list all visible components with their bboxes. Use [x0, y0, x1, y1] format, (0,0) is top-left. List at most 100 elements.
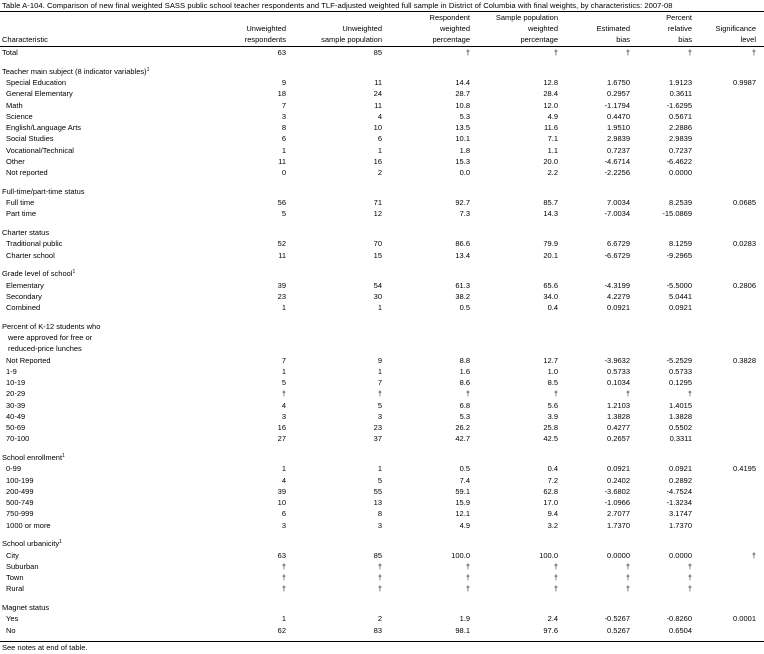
- section-label: were approved for free or: [8, 332, 92, 343]
- cell-sample-pct: 12.0: [543, 100, 558, 110]
- cell-unweighted-respondents: 7: [281, 100, 286, 110]
- cell-sample-pct: 14.3: [543, 209, 558, 219]
- cell-unweighted-respondents: 5: [281, 209, 286, 219]
- table-row: Yes 1 2 1.9 2.4 -0.5267 -0.8260 0.0001: [0, 613, 764, 624]
- cell-respondent-pct: †: [465, 573, 470, 582]
- cell-estimated-bias: 0.0000: [607, 550, 630, 560]
- row-spacer: [0, 531, 764, 539]
- label-text: School enrollment: [2, 453, 63, 462]
- cell-estimated-bias: †: [625, 389, 630, 399]
- cell-unweighted-respondents: 6: [281, 509, 286, 519]
- cell-significance-level: 0.2806: [733, 280, 756, 290]
- cell-sample-pct: †: [553, 48, 558, 57]
- section-heading-row: Percent of K-12 students who: [0, 321, 764, 332]
- cell-estimated-bias: 0.1034: [607, 378, 630, 387]
- label-text: Not Reported: [6, 355, 51, 365]
- cell-sample-pct: 25.8: [543, 423, 558, 432]
- cell-unweighted-respondents: 9: [281, 78, 286, 87]
- cell-percent-relative-bias: †: [687, 584, 692, 594]
- cell-respondent-pct: 59.1: [455, 486, 470, 496]
- row-label: 40-49: [6, 411, 25, 422]
- section-label: Percent of K-12 students who: [2, 321, 100, 332]
- table-row: Combined 1 1 0.5 0.4 0.0921 0.0921: [0, 302, 764, 313]
- cell-respondent-pct: 61.3: [455, 280, 470, 290]
- cell-sample-pct: 4.9: [547, 111, 558, 121]
- header-respondent-pct: Respondent weighted percentage: [430, 12, 470, 45]
- cell-respondent-pct: 8.8: [459, 355, 470, 365]
- cell-sample-pct: 7.1: [547, 134, 558, 144]
- cell-sample-pct: 1.0: [547, 366, 558, 376]
- cell-sample-pct: 7.2: [547, 475, 558, 485]
- section-label: Grade level of school1: [2, 268, 75, 279]
- cell-respondent-pct: 1.9: [459, 614, 470, 624]
- cell-respondent-pct: †: [465, 389, 470, 399]
- cell-unweighted-sample: 37: [373, 434, 382, 444]
- row-spacer: [0, 58, 764, 66]
- cell-unweighted-sample: 24: [373, 89, 382, 99]
- cell-respondent-pct: 38.2: [455, 291, 470, 301]
- table-row: Science 3 4 5.3 4.9 0.4470 0.5671: [0, 111, 764, 122]
- section-heading-row: School urbanicity1: [0, 538, 764, 549]
- table-row: Not Reported 7 9 8.8 12.7 -3.9632 -5.2529 0.382…: [0, 355, 764, 366]
- cell-percent-relative-bias: 1.4015: [669, 400, 692, 410]
- cell-unweighted-sample: 55: [373, 486, 382, 496]
- cell-unweighted-sample: 12: [373, 209, 382, 219]
- cell-sample-pct: 100.0: [539, 550, 558, 560]
- cell-unweighted-respondents: 23: [277, 291, 286, 301]
- footnote-marker: 1: [146, 66, 150, 73]
- header-line: sample population: [321, 35, 382, 44]
- cell-percent-relative-bias: 8.1259: [669, 239, 692, 249]
- cell-unweighted-sample: 30: [373, 291, 382, 301]
- cell-unweighted-respondents: 3: [281, 111, 286, 121]
- table-row: 10-19 5 7 8.6 8.5 0.1034 0.1295: [0, 377, 764, 388]
- cell-sample-pct: 20.1: [543, 250, 558, 260]
- cell-respondent-pct: 1.6: [459, 366, 470, 376]
- cell-unweighted-sample: 2: [377, 614, 382, 624]
- cell-unweighted-respondents: 3: [281, 520, 286, 530]
- cell-unweighted-sample: 11: [374, 100, 382, 110]
- cell-percent-relative-bias: -15.0869: [662, 209, 692, 219]
- label-text: were approved for free or: [8, 333, 93, 342]
- label-text: Rural: [6, 584, 24, 594]
- cell-estimated-bias: 2.9839: [607, 134, 630, 144]
- header-characteristic: Characteristic: [2, 34, 48, 45]
- cell-significance-level: †: [751, 48, 756, 57]
- cell-unweighted-respondents: 11: [278, 156, 286, 166]
- cell-estimated-bias: 0.5267: [607, 625, 630, 635]
- cell-percent-relative-bias: 0.0000: [669, 168, 692, 177]
- label-text: Magnet status: [2, 603, 50, 612]
- header-line: weighted: [527, 24, 558, 33]
- cell-unweighted-respondents: 52: [277, 239, 286, 249]
- cell-respondent-pct: 12.1: [455, 509, 470, 519]
- cell-estimated-bias: †: [625, 48, 630, 57]
- label-text: Total: [2, 48, 18, 57]
- row-label: Suburban: [6, 561, 39, 572]
- label-text: Social Studies: [6, 134, 54, 144]
- row-label: Other: [6, 156, 25, 167]
- cell-respondent-pct: 4.9: [459, 520, 470, 530]
- table-row: Elementary 39 54 61.3 65.6 -4.3199 -5.5000 0.28…: [0, 280, 764, 291]
- section-heading-row: Magnet status: [0, 602, 764, 613]
- cell-respondent-pct: 0.5: [459, 303, 470, 312]
- cell-unweighted-respondents: †: [281, 584, 286, 594]
- table-row: Town † † † † † †: [0, 572, 764, 583]
- cell-unweighted-sample: 11: [374, 78, 382, 87]
- cell-respondent-pct: 15.3: [455, 156, 470, 166]
- table-row: Part time 5 12 7.3 14.3 -7.0034 -15.0869: [0, 208, 764, 219]
- table-body: Total 63 85 † † † † † Teacher main subject (8 in…: [0, 47, 764, 636]
- label-text: Elementary: [6, 280, 44, 290]
- cell-percent-relative-bias: -9.2965: [666, 250, 692, 260]
- row-label: Special Education: [6, 77, 66, 88]
- cell-respondent-pct: 0.0: [459, 168, 470, 177]
- row-label: Vocational/Technical: [6, 145, 74, 156]
- cell-sample-pct: †: [553, 584, 558, 594]
- row-label: 30-39: [6, 400, 25, 411]
- table-row: 50-69 16 23 26.2 25.8 0.4277 0.5502: [0, 422, 764, 433]
- cell-respondent-pct: 13.4: [455, 250, 470, 260]
- header-unweighted-sample: Unweighted sample population: [321, 23, 382, 45]
- table-row: Special Education 9 11 14.4 12.8 1.6750 1.9123…: [0, 77, 764, 88]
- table-row: 1-9 1 1 1.6 1.0 0.5733 0.5733: [0, 366, 764, 377]
- label-text: Not reported: [6, 168, 48, 177]
- row-spacer: [0, 445, 764, 453]
- cell-percent-relative-bias: 8.2539: [669, 198, 692, 207]
